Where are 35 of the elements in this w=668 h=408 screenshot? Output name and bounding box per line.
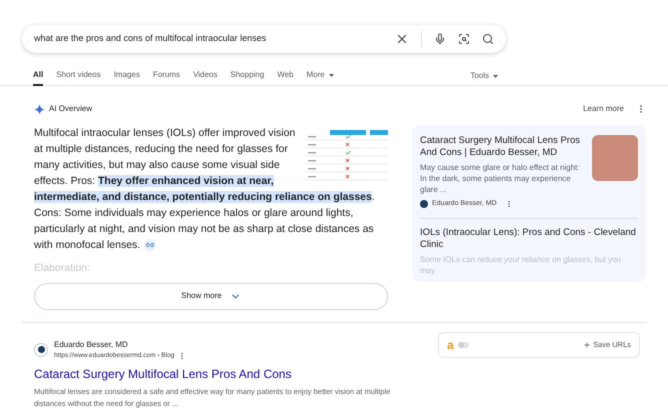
search-tab[interactable]: All: [33, 66, 44, 86]
extension-logo: a: [447, 338, 454, 351]
site-logo-icon: [34, 342, 48, 357]
photo-placeholder: [592, 135, 638, 181]
site-logo-icon: [420, 200, 428, 208]
search-tab[interactable]: Web: [277, 66, 294, 86]
ai-overview-title: AI Overview: [49, 103, 92, 115]
result-title-link[interactable]: Cataract Surgery Multifocal Lens Pros And Cons: [34, 364, 394, 382]
search-tab[interactable]: More: [306, 66, 334, 86]
overview-paragraph: Multifocal intraocular lenses (IOLs) offer improved vision at multiple distances, reducing the need for glasses for many activities, but may also cause some visual side effects. Pros: They offer enhanced vision at near, intermediate, and distance, potentially reducing reliance on glasses. Cons: Some individuals may experience halos or glare around lights, particularly at night, and vision may not be as sharp at close distances as with monofocal lenses.: [34, 126, 376, 253]
show-more-button[interactable]: Show more: [34, 282, 388, 310]
tools-button[interactable]: Tools: [470, 70, 498, 82]
search-query: what are the pros and cons of multifocal intraocular lenses: [34, 32, 268, 46]
link-icon[interactable]: [144, 239, 156, 252]
learn-more-link[interactable]: Learn more: [583, 103, 624, 115]
search-field[interactable]: what are the pros and cons of multifocal intraocular lenses: [22, 25, 506, 53]
camera-search-icon[interactable]: [458, 33, 470, 45]
source-snippet: Some IOLs can reduce your reliance on glasses, but you may: [420, 254, 622, 276]
search-tab[interactable]: Forums: [152, 66, 180, 86]
search-tab[interactable]: Shopping: [230, 66, 264, 86]
result-site-name: Eduardo Besser, MD: [54, 338, 129, 351]
caret-icon: [493, 74, 498, 78]
clear-icon[interactable]: [395, 32, 409, 46]
search-tab[interactable]: Images: [114, 66, 140, 86]
search-icon[interactable]: [482, 33, 494, 45]
sparkle-icon: [34, 104, 45, 114]
toggle-switch[interactable]: [458, 342, 469, 348]
microphone-icon[interactable]: [434, 33, 446, 45]
search-tab[interactable]: Videos: [193, 66, 218, 86]
source-title[interactable]: IOLs (Intraocular Lens): Pros and Cons - Cleveland Clinic: [420, 226, 638, 250]
plus-icon: [583, 340, 592, 349]
source-snippet: May cause some glare or halo effect at night: In the dark, some patients may experience glare ...: [420, 162, 580, 195]
search-tab[interactable]: Short videos: [56, 66, 101, 86]
caret-icon: [328, 74, 334, 76]
source-title[interactable]: Cataract Surgery Multifocal Lens Pros And Cons | Eduardo Besser, MD: [420, 135, 584, 159]
